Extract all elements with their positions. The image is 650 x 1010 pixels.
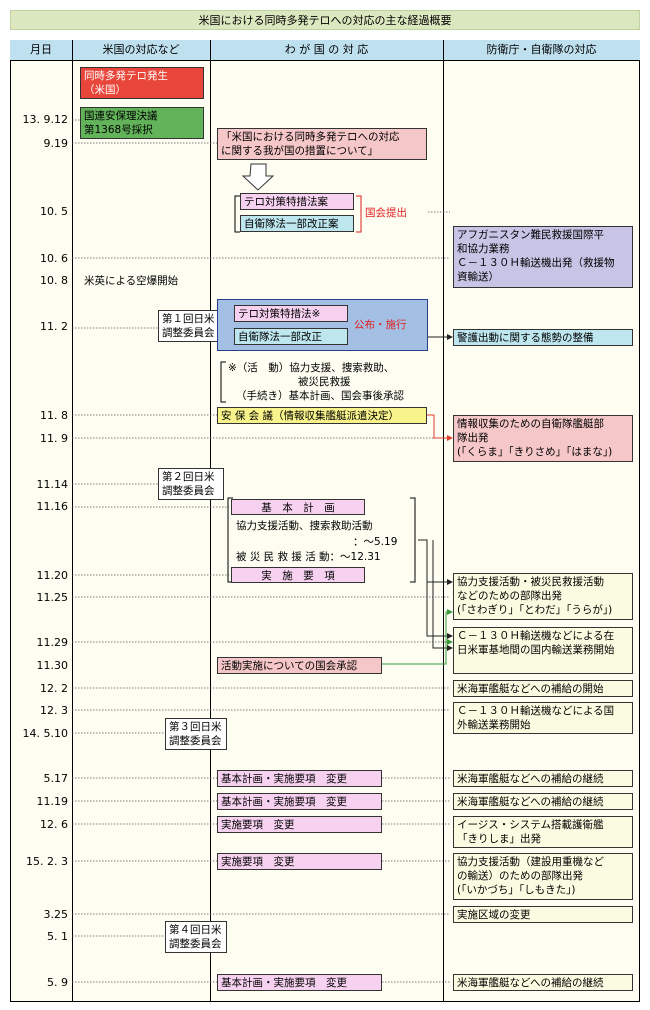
measures-line: 「米国における同時多発テロへの対応 [221, 131, 400, 143]
dispatch-line: (「さわぎり」「とわだ」「うらが」) [457, 604, 613, 616]
afghan-line: 資輸送） [457, 271, 499, 283]
law-sdf-box: 自衛隊法一部改正 [234, 328, 348, 345]
council-line: 第４回日米 [169, 924, 222, 936]
afghan-line: 和協力業務 [457, 243, 510, 255]
date-label: 13. 9.12 [22, 113, 68, 126]
measures-line: に関する我が国の措置について」 [221, 145, 379, 157]
note-line: ※（活 動）協力支援、捜索救助、 [228, 362, 395, 374]
supply-continue-box: 米海軍艦艇などへの補給の継続 [453, 793, 633, 810]
eng-line: (「いかづち」「しもきた」) [457, 884, 576, 896]
law-antiterror-box: テロ対策特措法※ [234, 305, 348, 322]
date-label: 10. 5 [40, 205, 68, 218]
aegis-line: イージス・システム搭載護衛艦 [457, 819, 604, 831]
c130int-line: 外輸送業務開始 [457, 719, 531, 731]
c130-intl-box: Ｃ－１３０Ｈ輸送機などによる国 外輸送業務開始 [453, 702, 633, 734]
c130int-line: Ｃ－１３０Ｈ輸送機などによる国 [457, 705, 615, 717]
council-1-box: 第１回日米 調整委員会 [158, 310, 224, 342]
activity-line: ：～5.19 [353, 536, 398, 548]
supply-continue-box: 米海軍艦艇などへの補給の継続 [453, 974, 633, 991]
dispatch-line: 協力支援活動・被災民救援活動 [457, 576, 604, 588]
date-label: 10. 6 [40, 252, 68, 265]
airstrike-text: 米英による空爆開始 [84, 275, 179, 287]
dispatch-line: などのための部隊出発 [457, 590, 562, 602]
supply-continue-box: 米海軍艦艇などへの補給の継続 [453, 770, 633, 787]
date-label: 11.20 [36, 569, 69, 582]
date-label: 11. 8 [40, 409, 68, 422]
intel-dispatch-box: 情報収集のための自衛隊艦艇部 隊出発 (「くらま」「きりさめ」「はまな」) [453, 415, 633, 462]
date-label: 10. 8 [40, 274, 68, 287]
security-council-box: 安 保 会 議（情報収集艦艇派遣決定） [217, 407, 427, 424]
aegis-dispatch-box: イージス・システム搭載護衛艦 「きりしま」出発 [453, 816, 633, 848]
bill-sdf-box: 自衛隊法一部改正案 [240, 215, 354, 232]
date-label: 9.19 [43, 137, 69, 150]
date-label: 11.14 [36, 478, 69, 491]
un-resolution-box: 国連安保理決議 第1368号採択 [80, 107, 204, 139]
council-line: 調整委員会 [169, 938, 222, 950]
council-line: 第３回日米 [169, 721, 222, 733]
activity-line: 協力支援活動、捜索救助活動 [236, 520, 373, 532]
diet-approval-box: 活動実施についての国会承認 [217, 657, 382, 674]
basic-plan-box: 基 本 計 画 [231, 499, 365, 515]
change-impl-box: 実施要項 変更 [217, 853, 382, 870]
c130-domestic-box: Ｃ－１３０Ｈ輸送機などによる在 日米軍基地間の国内輸送業務開始 [453, 627, 633, 674]
note-line: 被災民救援 [298, 376, 351, 388]
intel-line: 情報収集のための自衛隊艦艇部 [457, 418, 604, 430]
us-attack-box: 同時多発テロ発生 （米国） [80, 67, 204, 99]
un-resolution-line: 国連安保理決議 [84, 110, 158, 122]
area-change-box: 実施区域の変更 [453, 906, 633, 923]
change-plan-box: 基本計画・実施要項 変更 [217, 770, 382, 787]
intel-line: (「くらま」「きりさめ」「はまな」) [457, 446, 613, 458]
council-line: 調整委員会 [162, 485, 215, 497]
eng-line: 協力支援活動（建設用重機など [457, 856, 604, 868]
council-line: 調整委員会 [169, 735, 222, 747]
c130-line: 日米軍基地間の国内輸送業務開始 [457, 644, 615, 656]
afghan-line: Ｃ－１３０Ｈ輸送機出発（救援物 [457, 257, 615, 269]
intel-line: 隊出発 [457, 432, 489, 444]
date-label: 12. 6 [40, 818, 68, 831]
activity-line: 被 災 民 救 援 活 動：～12.31 [236, 551, 381, 563]
change-plan-box: 基本計画・実施要項 変更 [217, 974, 382, 991]
submitted-text: 国会提出 [365, 207, 407, 219]
afghan-relief-box: アフガニスタン難民救援国際平 和協力業務 Ｃ－１３０Ｈ輸送機出発（救援物 資輸送… [453, 226, 633, 288]
date-label: 11.19 [36, 795, 69, 808]
supply-start-box: 米海軍艦艇などへの補給の開始 [453, 680, 633, 697]
council-line: 第２回日米 [162, 471, 215, 483]
date-label: 3.25 [43, 908, 69, 921]
aegis-line: 「きりしま」出発 [457, 833, 541, 845]
support-dispatch-box: 協力支援活動・被災民救援活動 などのための部隊出発 (「さわぎり」「とわだ」「う… [453, 573, 633, 620]
date-label: 11.30 [36, 659, 69, 672]
date-label: 11.16 [36, 500, 69, 513]
guard-box: 警護出動に関する態勢の整備 [453, 329, 633, 346]
change-plan-box: 基本計画・実施要項 変更 [217, 793, 382, 810]
note-line: （手続き）基本計画、国会事後承認 [236, 390, 404, 402]
council-4-box: 第４回日米 調整委員会 [165, 921, 227, 953]
us-attack-line: （米国） [84, 84, 126, 96]
council-line: 第１回日米 [162, 313, 215, 325]
date-label: 5. 9 [47, 976, 68, 989]
engineering-dispatch-box: 協力支援活動（建設用重機など の輸送）のための部隊出発 (「いかづち」「しもきた… [453, 853, 633, 900]
date-label: 5.17 [43, 772, 69, 785]
c130-line: Ｃ－１３０Ｈ輸送機などによる在 [457, 630, 615, 642]
un-resolution-line: 第1368号採択 [84, 124, 153, 136]
council-3-box: 第３回日米 調整委員会 [165, 718, 227, 750]
measures-box: 「米国における同時多発テロへの対応 に関する我が国の措置について」 [217, 128, 427, 160]
promulgated-text: 公布・施行 [354, 319, 407, 331]
afghan-line: アフガニスタン難民救援国際平 [457, 229, 604, 241]
council-line: 調整委員会 [162, 327, 215, 339]
bill-antiterror-box: テロ対策特措法案 [240, 193, 354, 210]
change-impl-box: 実施要項 変更 [217, 816, 382, 833]
date-label: 11.29 [36, 636, 69, 649]
date-label: 12. 3 [40, 704, 68, 717]
us-attack-line: 同時多発テロ発生 [84, 70, 168, 82]
impl-box: 実 施 要 項 [231, 567, 365, 583]
date-label: 5. 1 [47, 930, 68, 943]
date-label: 11.25 [36, 591, 69, 604]
eng-line: の輸送）のための部隊出発 [457, 870, 583, 882]
date-label: 11. 2 [40, 320, 68, 333]
council-2-box: 第２回日米 調整委員会 [158, 468, 224, 500]
date-label: 15. 2. 3 [26, 855, 68, 868]
date-label: 14. 5.10 [22, 727, 68, 740]
date-label: 11. 9 [40, 432, 68, 445]
date-label: 12. 2 [40, 682, 68, 695]
